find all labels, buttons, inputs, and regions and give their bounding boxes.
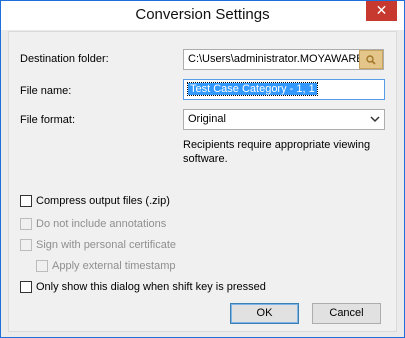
dialog-title: Conversion Settings — [135, 6, 270, 23]
file-name-selected-text: Test Case Category - 1, 1 — [187, 82, 318, 96]
ok-button[interactable]: OK — [230, 303, 299, 324]
external-timestamp-checkbox[interactable] — [36, 260, 48, 272]
cancel-button[interactable]: Cancel — [312, 303, 381, 324]
file-format-selected: Original — [188, 113, 226, 125]
file-format-note: Recipients require appropriate viewing s… — [183, 139, 371, 165]
compress-output-checkbox[interactable] — [20, 195, 32, 207]
shift-key-only-label: Only show this dialog when shift key is … — [36, 281, 266, 293]
sign-certificate-checkbox[interactable] — [20, 239, 32, 251]
file-format-label: File format: — [20, 114, 76, 126]
external-timestamp-label: Apply external timestamp — [52, 260, 176, 272]
destination-folder-label: Destination folder: — [20, 53, 109, 65]
close-icon: ✕ — [375, 2, 388, 18]
file-format-select[interactable]: Original — [183, 109, 385, 130]
chevron-down-icon — [370, 116, 380, 123]
no-annotations-checkbox[interactable] — [20, 218, 32, 230]
file-name-label: File name: — [20, 85, 72, 97]
destination-folder-value: C:\Users\administrator.MOYAWARE — [188, 53, 364, 65]
shift-key-only-checkbox[interactable] — [20, 281, 32, 293]
close-button[interactable]: ✕ — [366, 1, 397, 21]
sign-certificate-label: Sign with personal certificate — [36, 239, 177, 251]
browse-folder-button[interactable] — [359, 50, 383, 69]
title-bar[interactable]: Conversion Settings ✕ — [1, 1, 404, 30]
search-folder-icon — [366, 55, 376, 65]
destination-folder-field[interactable]: C:\Users\administrator.MOYAWARE — [183, 49, 384, 70]
no-annotations-label: Do not include annotations — [36, 218, 167, 230]
compress-output-label: Compress output files (.zip) — [36, 195, 170, 207]
file-name-input[interactable]: Test Case Category - 1, 1 — [183, 79, 385, 100]
conversion-settings-dialog: Conversion Settings ✕ Destination folder… — [0, 0, 405, 338]
